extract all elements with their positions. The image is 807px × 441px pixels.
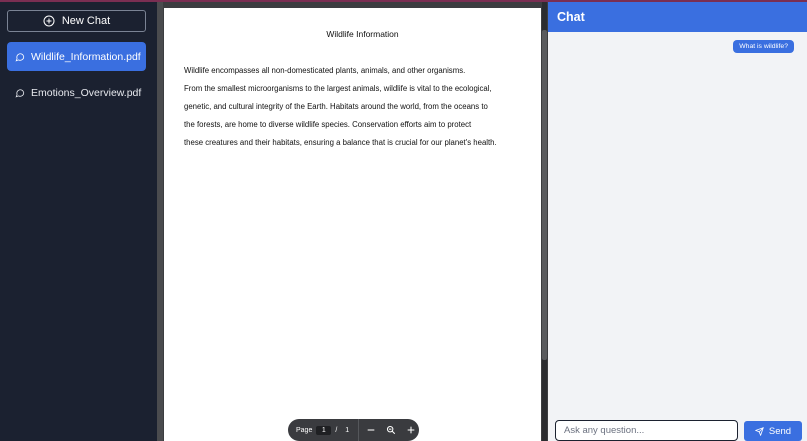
send-button[interactable]: Send: [744, 421, 802, 441]
zoom-button[interactable]: [383, 422, 399, 438]
sidebar-item-wildlife-information[interactable]: Wildlife_Information.pdf: [7, 42, 146, 71]
total-pages: 1: [345, 426, 350, 434]
new-chat-label: New Chat: [61, 15, 111, 27]
chat-bubble-icon: [15, 88, 25, 97]
page-toolbar: Page 1 / 1: [288, 419, 419, 441]
zoom-out-button[interactable]: [363, 422, 379, 438]
message-text: What is wildlife?: [739, 43, 788, 50]
document-title: Wildlife Information: [326, 29, 399, 39]
document-line: genetic, and cultural integrity of the E…: [184, 102, 488, 111]
document-line: Wildlife encompasses all non-domesticate…: [184, 66, 466, 75]
chat-bubble-icon: [15, 52, 25, 61]
viewer-scrollbar-thumb[interactable]: [542, 30, 547, 360]
chat-header: Chat: [548, 2, 807, 32]
document-line: From the smallest microorganisms to the …: [184, 84, 492, 93]
document-line: the forests, are home to diverse wildlif…: [184, 120, 472, 129]
new-chat-button[interactable]: New Chat: [7, 10, 146, 32]
page-number-input[interactable]: 1: [316, 425, 332, 435]
sidebar-item-emotions-overview[interactable]: Emotions_Overview.pdf: [7, 78, 146, 107]
user-message-bubble: What is wildlife?: [733, 40, 794, 53]
send-label: Send: [768, 425, 792, 437]
toolbar-divider: [358, 419, 360, 441]
page-separator: /: [335, 426, 338, 434]
page-label: Page: [296, 426, 313, 434]
question-input[interactable]: [555, 420, 738, 441]
plus-icon: [407, 426, 415, 434]
plus-circle-icon: [43, 15, 55, 27]
chat-title: Chat: [557, 10, 585, 24]
magnifier-icon: [387, 425, 396, 435]
sidebar-item-label: Emotions_Overview.pdf: [31, 86, 142, 99]
minus-icon: [367, 429, 375, 431]
send-icon: [754, 426, 764, 436]
viewer-divider: [157, 2, 163, 441]
chat-panel: [548, 2, 807, 441]
document-line: these creatures and their habitats, ensu…: [184, 138, 497, 147]
zoom-in-button[interactable]: [403, 422, 419, 438]
sidebar-item-label: Wildlife_Information.pdf: [31, 50, 141, 63]
